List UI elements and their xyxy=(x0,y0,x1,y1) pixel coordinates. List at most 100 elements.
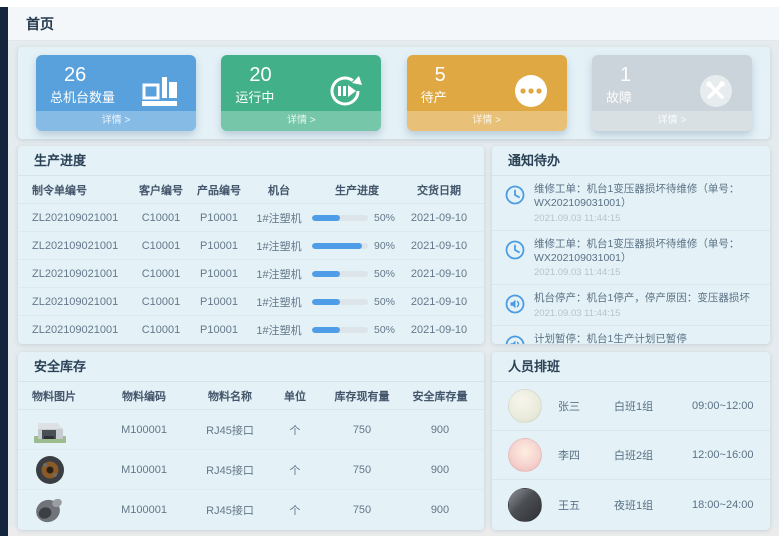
panel-title: 生产进度 xyxy=(18,146,484,176)
schedule-row: 王五 夜班1组 18:00~24:00 xyxy=(492,480,770,529)
speaker-icon xyxy=(504,334,526,344)
rj45-connector-image xyxy=(32,414,68,446)
stat-card-running[interactable]: 20 运行中 详情 > xyxy=(221,55,381,131)
machine-name: 1#注塑机 xyxy=(248,322,310,338)
stat-card-total-machines[interactable]: 26 总机台数量 详情 > xyxy=(36,55,196,131)
notification-item[interactable]: 计划暂停：机台1生产计划已暂停 2021.09.03 11:44:15 xyxy=(492,326,770,344)
order-no: ZL202109021001 xyxy=(28,268,132,280)
shift-time: 09:00~12:00 xyxy=(692,400,754,412)
material-name: RJ45接口 xyxy=(188,462,272,478)
panel-title: 安全库存 xyxy=(18,352,484,382)
pending-dots-icon xyxy=(511,71,551,111)
col-header: 单位 xyxy=(272,388,318,404)
notification-item[interactable]: 维修工单：机台1变压器损坏待维修（单号：WX202109031001） 2021… xyxy=(492,231,770,286)
col-header: 机台 xyxy=(248,182,310,198)
clock-icon xyxy=(504,184,526,206)
order-no: ZL202109021001 xyxy=(28,212,132,224)
product-no: P10001 xyxy=(190,296,248,308)
tab-home[interactable]: 首页 xyxy=(26,14,54,34)
order-no: ZL202109021001 xyxy=(28,324,132,336)
detail-link[interactable]: 详情 > xyxy=(407,111,567,131)
stats-cards-row: 26 总机台数量 详情 > 20 运行中 xyxy=(18,47,770,131)
customer-no: C10001 xyxy=(132,212,190,224)
material-code: M100001 xyxy=(100,464,188,476)
delivery-date: 2021-09-10 xyxy=(404,268,474,280)
product-no: P10001 xyxy=(190,240,248,252)
stat-card-pending[interactable]: 5 待产 详情 > xyxy=(407,55,567,131)
avatar xyxy=(508,488,542,522)
progress-bar xyxy=(312,215,368,221)
progress-bar xyxy=(312,327,368,333)
notification-time: 2021.09.03 11:44:15 xyxy=(534,213,758,224)
avatar xyxy=(508,389,542,423)
detail-link[interactable]: 详情 > xyxy=(36,111,196,131)
col-header: 安全库存量 xyxy=(406,388,474,404)
table-row: ZL202109021001 C10001 P10001 1#注塑机 50% 2… xyxy=(18,316,484,344)
round-speaker-image xyxy=(32,454,68,486)
notifications-panel: 通知待办 维修工单：机台1变压器损坏待维修（单号：WX202109031001）… xyxy=(492,146,770,344)
col-header: 生产进度 xyxy=(310,182,404,198)
detail-link[interactable]: 详情 > xyxy=(221,111,381,131)
safety-quantity: 900 xyxy=(406,424,474,436)
fault-tools-icon xyxy=(696,71,736,111)
table-row: ZL202109021001 C10001 P10001 1#注塑机 50% 2… xyxy=(18,204,484,232)
progress-label: 90% xyxy=(374,240,395,252)
panel-title: 人员排班 xyxy=(492,352,770,382)
notification-time: 2021.09.03 11:44:15 xyxy=(534,267,758,278)
safety-quantity: 900 xyxy=(406,464,474,476)
detail-link[interactable]: 详情 > xyxy=(592,111,752,131)
delivery-date: 2021-09-10 xyxy=(404,296,474,308)
shift-name: 白班2组 xyxy=(614,447,692,463)
table-row: ZL202109021001 C10001 P10001 1#注塑机 90% 2… xyxy=(18,232,484,260)
notification-item[interactable]: 机台停产：机台1停产，停产原因：变压器损坏 2021.09.03 11:44:1… xyxy=(492,285,770,326)
stat-card-fault[interactable]: 1 故障 详情 > xyxy=(592,55,752,131)
material-name: RJ45接口 xyxy=(188,502,272,518)
inventory-table-header: 物料图片 物料编码 物料名称 单位 库存现有量 安全库存量 xyxy=(18,382,484,410)
shift-time: 12:00~16:00 xyxy=(692,449,754,461)
avatar xyxy=(508,438,542,472)
progress-cell: 50% xyxy=(310,296,404,308)
production-table-header: 制令单编号 客户编号 产品编号 机台 生产进度 交货日期 xyxy=(18,176,484,204)
product-no: P10001 xyxy=(190,324,248,336)
notification-body: 维修工单：机台1变压器损坏待维修（单号：WX202109031001） 2021… xyxy=(534,183,758,224)
machine-name: 1#注塑机 xyxy=(248,266,310,282)
schedule-row: 李四 白班2组 12:00~16:00 xyxy=(492,431,770,480)
col-header: 物料图片 xyxy=(28,388,100,404)
delivery-date: 2021-09-10 xyxy=(404,324,474,336)
shift-name: 夜班1组 xyxy=(614,497,692,513)
material-code: M100001 xyxy=(100,424,188,436)
progress-cell: 50% xyxy=(310,324,404,336)
notification-text: 机台停产：机台1停产，停产原因：变压器损坏 xyxy=(534,292,758,306)
table-row: M100001 RJ45接口 个 750 900 xyxy=(18,410,484,450)
progress-cell: 50% xyxy=(310,268,404,280)
notification-body: 计划暂停：机台1生产计划已暂停 2021.09.03 11:44:15 xyxy=(534,333,758,344)
notification-body: 机台停产：机台1停产，停产原因：变压器损坏 2021.09.03 11:44:1… xyxy=(534,292,758,319)
schedule-row: 张三 白班1组 09:00~12:00 xyxy=(492,382,770,431)
progress-bar xyxy=(312,271,368,277)
col-header: 物料编码 xyxy=(100,388,188,404)
progress-cell: 50% xyxy=(310,212,404,224)
customer-no: C10001 xyxy=(132,240,190,252)
person-name: 张三 xyxy=(558,398,614,414)
material-code: M100001 xyxy=(100,504,188,516)
personnel-schedule-panel: 人员排班 张三 白班1组 09:00~12:00 李四 白班2组 12:00~1… xyxy=(492,352,770,530)
notification-body: 维修工单：机台1变压器损坏待维修（单号：WX202109031001） 2021… xyxy=(534,238,758,279)
person-name: 王五 xyxy=(558,497,614,513)
stock-quantity: 750 xyxy=(318,464,406,476)
stats-panel: 26 总机台数量 详情 > 20 运行中 xyxy=(18,47,770,139)
speaker-icon xyxy=(504,293,526,315)
notification-item[interactable]: 维修工单：机台1变压器损坏待维修（单号：WX202109031001） 2021… xyxy=(492,176,770,231)
stock-quantity: 750 xyxy=(318,424,406,436)
shift-name: 白班1组 xyxy=(614,398,692,414)
dashboard-content: 26 总机台数量 详情 > 20 运行中 xyxy=(8,41,779,527)
running-icon xyxy=(325,71,365,111)
customer-no: C10001 xyxy=(132,296,190,308)
safety-inventory-panel: 安全库存 物料图片 物料编码 物料名称 单位 库存现有量 安全库存量 M1000… xyxy=(18,352,484,530)
table-row: ZL202109021001 C10001 P10001 1#注塑机 50% 2… xyxy=(18,288,484,316)
delivery-date: 2021-09-10 xyxy=(404,212,474,224)
product-no: P10001 xyxy=(190,212,248,224)
production-progress-panel: 生产进度 制令单编号 客户编号 产品编号 机台 生产进度 交货日期 ZL2021… xyxy=(18,146,484,344)
customer-no: C10001 xyxy=(132,268,190,280)
progress-label: 50% xyxy=(374,212,395,224)
window-top-strip xyxy=(0,0,779,7)
